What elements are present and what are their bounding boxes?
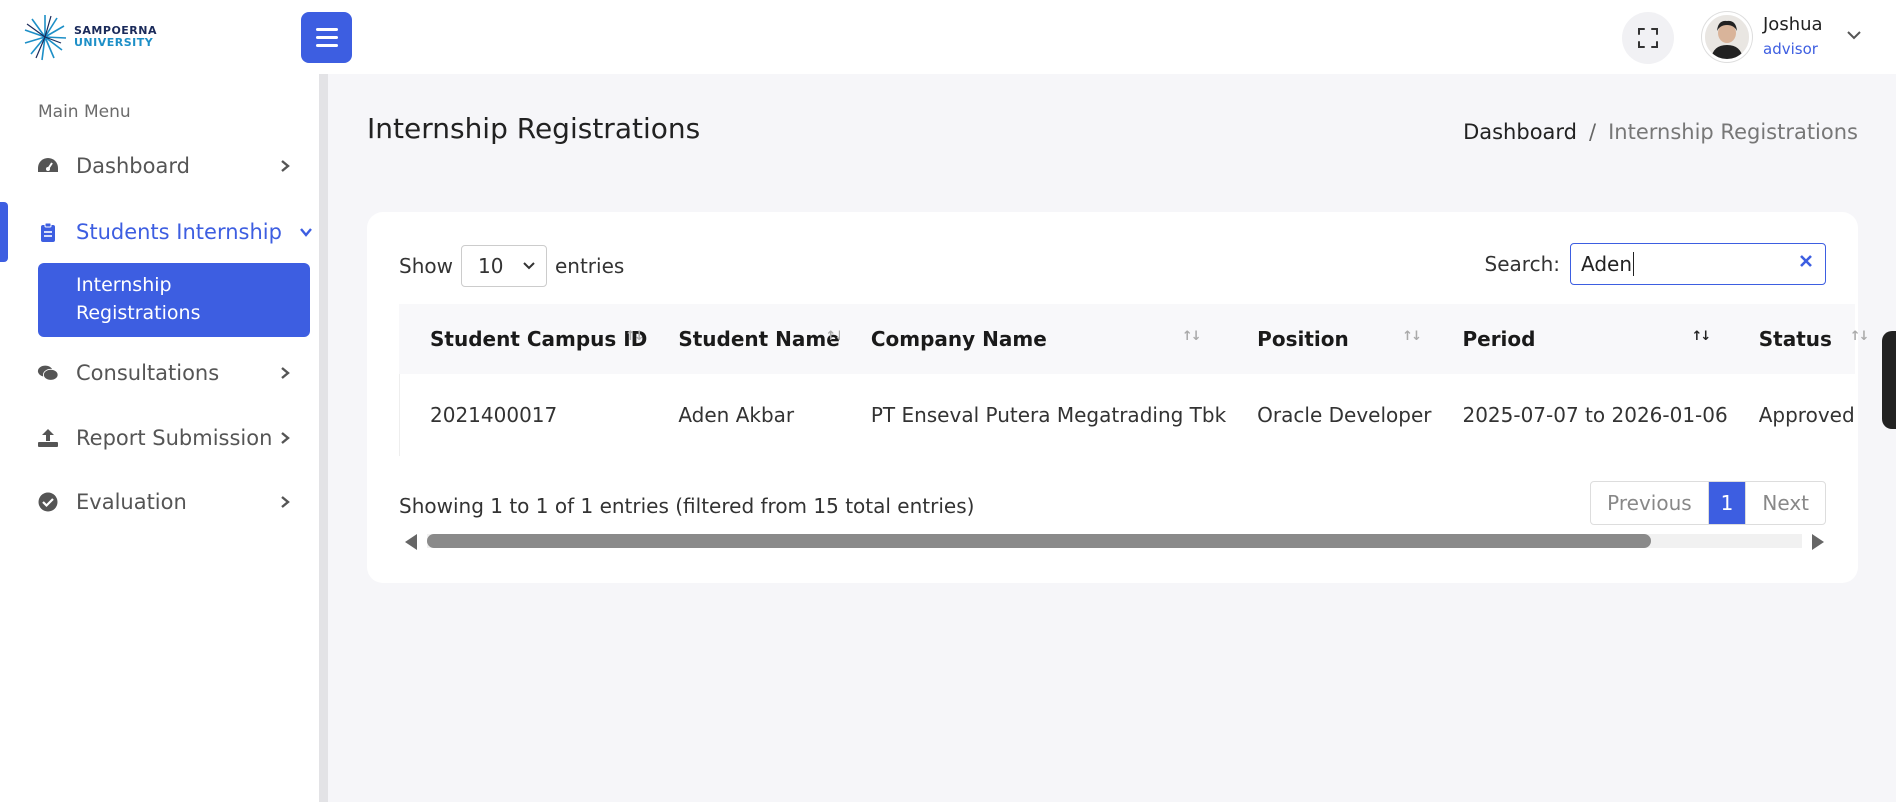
clipboard-icon <box>37 221 59 243</box>
sidebar-subitem-internship-registrations[interactable]: Internship Registrations <box>38 263 310 337</box>
sidebar-item-label: Evaluation <box>76 490 187 514</box>
sidebar-item-label: Dashboard <box>76 154 190 178</box>
sidebar-item-label: Consultations <box>76 361 220 385</box>
table-header-row: Student Campus ID ↑↓ Student Name ↑↓ Compa… <box>399 304 1870 374</box>
sort-icon: ↑↓ <box>1402 329 1422 344</box>
sidebar-scrollbar[interactable] <box>319 74 328 802</box>
registrations-card: Show 10 entries Search: Aden Student Cam… <box>367 212 1870 583</box>
sidebar-item-consultations[interactable]: Consultations <box>0 351 318 395</box>
main-menu-label: Main Menu <box>38 102 131 122</box>
scroll-left-arrow-icon[interactable] <box>405 534 417 550</box>
search-input[interactable]: Aden <box>1570 243 1826 285</box>
avatar[interactable] <box>1702 12 1752 62</box>
search-value: Aden <box>1581 252 1633 276</box>
starburst-logo-icon <box>24 15 67 61</box>
column-header-company-name[interactable]: Company Name ↑↓ <box>839 304 1227 374</box>
comments-icon <box>37 362 59 384</box>
chevron-right-icon <box>281 160 290 172</box>
sidebar-item-dashboard[interactable]: Dashboard <box>0 144 318 188</box>
entries-length-control: Show 10 entries <box>399 245 624 287</box>
user-role: advisor <box>1763 40 1818 58</box>
chevron-right-icon <box>281 367 290 379</box>
search-control: Search: Aden <box>1485 243 1826 285</box>
column-header-student-name[interactable]: Student Name ↑↓ <box>647 304 845 374</box>
cell-student-campus-id: 2021400017 <box>430 403 558 427</box>
side-drawer-tab[interactable] <box>1882 331 1896 429</box>
column-header-status[interactable]: Status ↑↓ <box>1727 304 1870 374</box>
hamburger-menu-button[interactable] <box>301 12 352 63</box>
breadcrumb-current: Internship Registrations <box>1608 120 1858 144</box>
dashboard-gauge-icon <box>37 155 59 177</box>
fullscreen-button[interactable] <box>1622 12 1674 64</box>
breadcrumb-dashboard-link[interactable]: Dashboard <box>1463 120 1577 144</box>
sort-desc-icon: ↑↓ <box>1691 329 1711 344</box>
scroll-right-arrow-icon[interactable] <box>1812 534 1824 550</box>
clear-search-icon[interactable] <box>1799 254 1813 268</box>
show-label: Show <box>399 254 453 278</box>
cell-period: 2025-07-07 to 2026-01-06 <box>1462 403 1728 427</box>
entries-value: 10 <box>477 254 504 278</box>
breadcrumb-separator: / <box>1589 120 1597 144</box>
table-info: Showing 1 to 1 of 1 entries (filtered fr… <box>399 494 975 518</box>
university-logo[interactable]: SAMPOERNA UNIVERSITY <box>22 12 157 62</box>
sidebar-item-students-internship[interactable]: Students Internship <box>0 210 318 254</box>
hamburger-icon <box>315 28 338 31</box>
sidebar-item-report-submission[interactable]: Report Submission <box>0 416 318 460</box>
upload-icon <box>37 427 59 449</box>
chevron-down-icon[interactable] <box>1846 30 1862 40</box>
fullscreen-icon <box>1638 28 1658 48</box>
column-header-period[interactable]: Period ↑↓ <box>1431 304 1728 374</box>
top-bar: SAMPOERNA UNIVERSITY Joshua advisor <box>0 0 1896 74</box>
table-row[interactable]: 2021400017 Aden Akbar PT Enseval Putera … <box>399 374 1855 456</box>
sidebar: Main Menu Dashboard Students Internship … <box>0 74 328 802</box>
chevron-down-icon <box>523 262 535 270</box>
user-photo-icon <box>1705 15 1749 59</box>
next-page-button[interactable]: Next <box>1745 482 1825 524</box>
column-header-position[interactable]: Position ↑↓ <box>1226 304 1432 374</box>
cell-student-name: Aden Akbar <box>678 403 795 427</box>
previous-page-button[interactable]: Previous <box>1591 482 1709 524</box>
chevron-down-icon <box>300 228 312 237</box>
breadcrumb: Dashboard / Internship Registrations <box>1463 120 1858 144</box>
entries-select[interactable]: 10 <box>460 245 547 287</box>
page-1-button[interactable]: 1 <box>1708 482 1746 524</box>
text-cursor <box>1633 252 1635 276</box>
cell-company-name: PT Enseval Putera Megatrading Tbk <box>870 403 1227 427</box>
chevron-right-icon <box>281 496 290 508</box>
chevron-right-icon <box>281 432 290 444</box>
user-name[interactable]: Joshua <box>1763 14 1823 35</box>
search-label: Search: <box>1484 252 1560 276</box>
horizontal-scrollbar[interactable] <box>405 530 1824 550</box>
cell-status: Approved <box>1758 403 1855 427</box>
cell-position: Oracle Developer <box>1257 403 1432 427</box>
sidebar-item-evaluation[interactable]: Evaluation <box>0 480 318 524</box>
registrations-table: Student Campus ID ↑↓ Student Name ↑↓ Compa… <box>399 304 1870 456</box>
sort-icon: ↑↓ <box>1181 329 1202 344</box>
page-title: Internship Registrations <box>367 112 701 145</box>
entries-label: entries <box>554 254 625 278</box>
check-circle-icon <box>37 491 59 513</box>
sort-icon: ↑↓ <box>1849 329 1870 344</box>
sidebar-item-label: Report Submission <box>76 426 273 450</box>
scrollbar-thumb[interactable] <box>427 534 1651 548</box>
sort-icon: ↑↓ <box>625 329 645 344</box>
sidebar-item-label: Students Internship <box>76 220 282 244</box>
brand-line-2: UNIVERSITY <box>74 36 154 49</box>
column-header-student-campus-id[interactable]: Student Campus ID ↑↓ <box>399 304 648 374</box>
pagination: Previous 1 Next <box>1590 481 1826 525</box>
